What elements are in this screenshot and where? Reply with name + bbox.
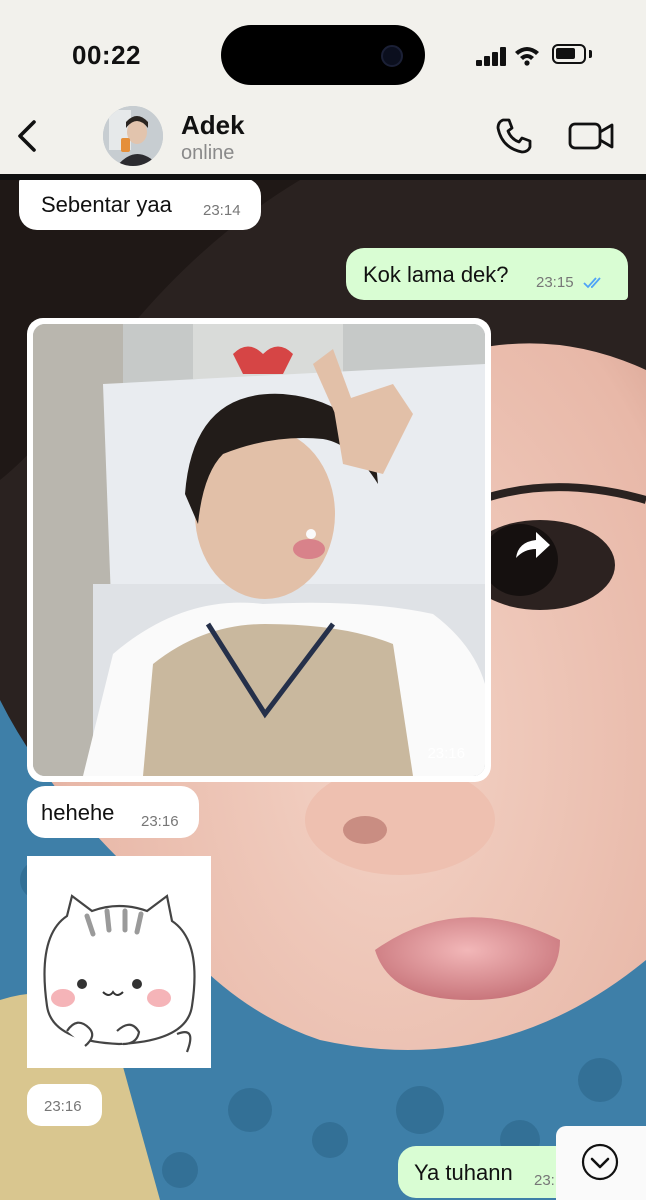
scroll-to-bottom-button[interactable] — [556, 1126, 646, 1200]
contact-status: online — [181, 142, 235, 164]
read-receipt-icon — [583, 277, 601, 289]
sticker-time-pill: 23:16 — [27, 1084, 102, 1126]
sticker-message[interactable] — [27, 856, 211, 1068]
chevron-left-icon[interactable] — [12, 116, 46, 156]
incoming-message[interactable]: Sebentar yaa 23:14 — [19, 180, 261, 230]
cat-sticker-icon — [43, 894, 196, 1053]
message-text: Sebentar yaa — [41, 192, 172, 217]
status-bar: 00:22 — [0, 0, 646, 100]
image-message[interactable]: 23:16 — [27, 318, 491, 782]
photo-thumbnail[interactable]: 23:16 — [33, 324, 485, 776]
forward-arrow-icon[interactable] — [506, 520, 558, 572]
chat-area[interactable]: Sebentar yaa 23:14 Kok lama dek? 23:15 2… — [0, 180, 646, 1200]
cellular-signal-icon — [476, 46, 508, 66]
camera-icon — [381, 45, 403, 67]
phone-icon[interactable] — [494, 116, 534, 156]
message-text: Ya tuhann — [414, 1160, 513, 1185]
message-time: 23:16 — [44, 1098, 82, 1115]
wifi-icon — [515, 47, 539, 66]
message-time: 23:15 — [536, 274, 574, 291]
contact-name[interactable]: Adek — [181, 110, 245, 141]
message-time: 23:16 — [141, 813, 179, 830]
chevron-down-circle-icon — [581, 1143, 619, 1181]
video-camera-icon[interactable] — [568, 118, 614, 154]
message-text: hehehe — [41, 800, 115, 825]
dynamic-island — [221, 25, 425, 85]
outgoing-message[interactable]: Kok lama dek? 23:15 — [346, 248, 628, 300]
message-time: 23: — [534, 1172, 555, 1189]
status-time: 00:22 — [72, 40, 141, 70]
battery-tip — [589, 50, 592, 58]
incoming-message[interactable]: hehehe 23:16 — [27, 786, 199, 838]
chat-header: Adek online — [0, 100, 646, 174]
avatar[interactable] — [103, 106, 163, 166]
message-time: 23:16 — [427, 745, 465, 762]
message-text: Kok lama dek? — [363, 262, 509, 287]
battery-icon — [552, 44, 586, 64]
message-time: 23:14 — [203, 202, 241, 219]
